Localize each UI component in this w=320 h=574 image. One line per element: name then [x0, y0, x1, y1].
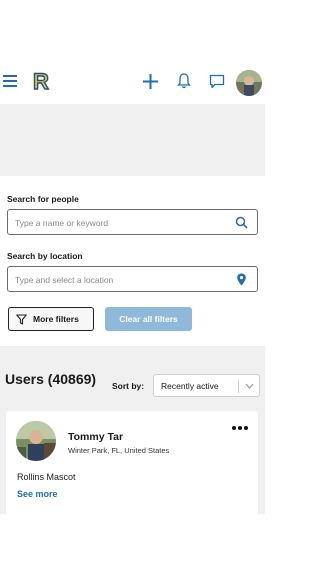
header-banner [0, 104, 265, 176]
search-location-label: Search by location [7, 251, 83, 261]
clear-all-filters-button[interactable]: Clear all filters [105, 307, 192, 331]
filter-funnel-icon [16, 313, 27, 325]
dropdown-separator [238, 380, 239, 393]
user-name[interactable]: Tommy Tar [68, 431, 123, 443]
sort-selected-value: Recently active [161, 381, 219, 391]
user-avatar[interactable] [236, 70, 262, 96]
sort-by-label: Sort by: [112, 381, 145, 391]
page-bottom [0, 514, 265, 574]
more-filters-button[interactable]: More filters [8, 307, 94, 331]
user-card-avatar[interactable] [16, 421, 56, 461]
more-filters-label: More filters [33, 314, 79, 324]
more-options-icon[interactable] [231, 424, 249, 432]
rollins-logo[interactable]: R [29, 70, 53, 92]
search-icon[interactable] [235, 216, 248, 229]
search-people-label: Search for people [7, 194, 79, 204]
add-plus-icon[interactable] [143, 74, 158, 89]
location-pin-icon[interactable] [235, 273, 248, 286]
sort-by-dropdown[interactable]: Recently active [153, 374, 260, 397]
users-count-heading: Users (40869) [5, 371, 97, 387]
notifications-bell-icon[interactable] [177, 73, 191, 89]
see-more-link[interactable]: See more [17, 489, 58, 499]
user-card[interactable]: Tommy Tar Winter Park, FL, United States… [6, 411, 258, 514]
search-people-field[interactable] [7, 209, 258, 235]
search-location-input[interactable] [15, 273, 225, 287]
search-panel: Search for people Search by location Mor… [0, 176, 265, 346]
svg-text:R: R [33, 70, 49, 92]
chevron-down-icon[interactable] [245, 382, 254, 390]
search-location-field[interactable] [7, 266, 258, 292]
user-location: Winter Park, FL, United States [68, 446, 170, 455]
user-title: Rollins Mascot [17, 472, 76, 482]
top-navigation-bar: R [0, 60, 265, 104]
search-people-input[interactable] [15, 216, 225, 230]
hamburger-menu-icon[interactable] [3, 74, 17, 88]
messages-chat-icon[interactable] [209, 74, 225, 89]
